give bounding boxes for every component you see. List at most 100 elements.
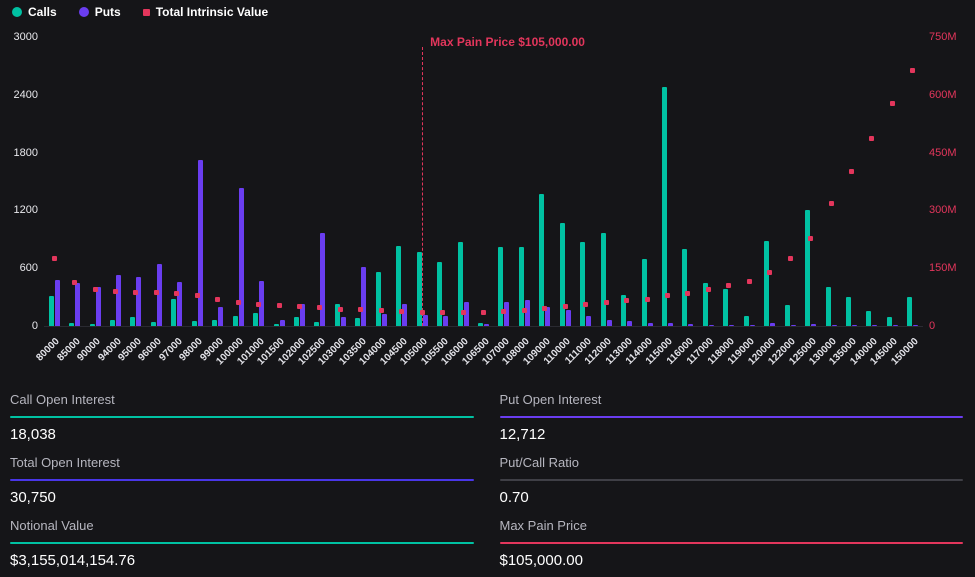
put-bar — [648, 323, 653, 326]
call-bar — [212, 320, 217, 326]
put-bar — [136, 277, 141, 326]
intrinsic-value-dot — [379, 308, 384, 313]
stat-divider — [10, 416, 474, 418]
call-bar — [151, 322, 156, 326]
stat-label: Put Open Interest — [500, 392, 964, 407]
stat-max-pain-price: Max Pain Price $105,000.00 — [500, 514, 964, 577]
put-bar — [382, 314, 387, 326]
intrinsic-value-dot — [399, 309, 404, 314]
call-bar — [355, 318, 360, 326]
put-bar — [423, 315, 428, 326]
intrinsic-value-dot — [747, 279, 752, 284]
put-bar — [402, 304, 407, 326]
call-bar — [90, 324, 95, 326]
stat-value: $105,000.00 — [500, 552, 964, 569]
intrinsic-value-dot — [604, 300, 609, 305]
put-bar — [198, 160, 203, 326]
intrinsic-value-dot — [767, 270, 772, 275]
put-bar — [484, 324, 489, 326]
call-bar — [110, 320, 115, 326]
call-bar — [478, 323, 483, 326]
stat-label: Notional Value — [10, 518, 474, 533]
legend-item-total-intrinsic-value[interactable]: Total Intrinsic Value — [143, 5, 268, 19]
stat-put-open-interest: Put Open Interest 12,712 — [500, 388, 964, 451]
call-bar — [682, 249, 687, 326]
call-bar — [274, 324, 279, 326]
calls-marker-icon — [12, 7, 22, 17]
stat-divider — [500, 542, 964, 544]
call-bar — [233, 316, 238, 326]
put-bar — [627, 321, 632, 326]
intrinsic-value-dot — [317, 305, 322, 310]
intrinsic-value-dot — [133, 290, 138, 295]
call-bar — [519, 247, 524, 326]
call-bar — [560, 223, 565, 326]
stat-total-open-interest: Total Open Interest 30,750 — [10, 451, 474, 514]
put-bar — [791, 325, 796, 326]
axis-tick-label: 600 — [0, 262, 38, 275]
put-bar — [832, 325, 837, 326]
put-bar — [770, 323, 775, 326]
axis-tick-label: 2400 — [0, 89, 38, 102]
stat-value: 0.70 — [500, 489, 964, 506]
intrinsic-value-dot — [890, 101, 895, 106]
put-bar — [341, 317, 346, 326]
call-bar — [764, 241, 769, 326]
stat-value: $3,155,014,154.76 — [10, 552, 474, 569]
stat-divider — [10, 542, 474, 544]
stat-value: 12,712 — [500, 426, 964, 443]
put-bar — [75, 283, 80, 326]
axis-tick-label: 0 — [0, 320, 38, 333]
put-bar — [443, 316, 448, 326]
put-bar — [566, 310, 571, 326]
axis-tick-label: 600M — [929, 89, 973, 102]
stat-divider — [10, 479, 474, 481]
max-pain-line — [422, 47, 423, 326]
call-bar — [887, 317, 892, 326]
call-bar — [744, 316, 749, 326]
intrinsic-value-dot — [256, 302, 261, 307]
intrinsic-value-dot — [726, 283, 731, 288]
intrinsic-value-dot — [869, 136, 874, 141]
call-bar — [171, 299, 176, 326]
legend-label-puts: Puts — [95, 5, 121, 19]
intrinsic-value-dot — [788, 256, 793, 261]
intrinsic-value-dot — [665, 293, 670, 298]
call-bar — [192, 321, 197, 326]
put-bar — [586, 316, 591, 326]
legend-item-calls[interactable]: Calls — [12, 5, 57, 19]
call-bar — [69, 323, 74, 326]
stats-panel: Call Open Interest 18,038 Put Open Inter… — [0, 382, 975, 577]
left-y-axis: 06001200180024003000 — [0, 37, 38, 327]
call-bar — [866, 311, 871, 326]
intrinsic-value-dot — [829, 201, 834, 206]
puts-marker-icon — [79, 7, 89, 17]
stat-divider — [500, 479, 964, 481]
call-bar — [437, 262, 442, 326]
put-bar — [688, 324, 693, 326]
put-bar — [729, 325, 734, 326]
intrinsic-value-dot — [440, 310, 445, 315]
legend-item-puts[interactable]: Puts — [79, 5, 121, 19]
stat-notional-value: Notional Value $3,155,014,154.76 — [10, 514, 474, 577]
put-bar — [811, 324, 816, 326]
call-bar — [723, 289, 728, 326]
intrinsic-value-dot — [706, 287, 711, 292]
intrinsic-value-dot — [542, 306, 547, 311]
axis-tick-label: 750M — [929, 31, 973, 44]
put-bar — [913, 325, 918, 326]
intrinsic-value-dot — [195, 293, 200, 298]
put-bar — [361, 267, 366, 326]
chart-legend: Calls Puts Total Intrinsic Value — [12, 5, 268, 19]
call-bar — [580, 242, 585, 326]
max-pain-annotation: Max Pain Price $105,000.00 — [430, 35, 585, 49]
intrinsic-value-dot — [174, 291, 179, 296]
intrinsic-value-dot — [52, 256, 57, 261]
axis-tick-label: 1200 — [0, 204, 38, 217]
plot-area: Max Pain Price $105,000.00 — [44, 37, 923, 327]
put-bar — [709, 325, 714, 326]
max-pain-dashboard: { "legend": { "items": [ { "label": "Cal… — [0, 0, 975, 577]
call-bar — [805, 210, 810, 326]
intrinsic-value-dot — [461, 310, 466, 315]
intrinsic-value-dot — [910, 68, 915, 73]
